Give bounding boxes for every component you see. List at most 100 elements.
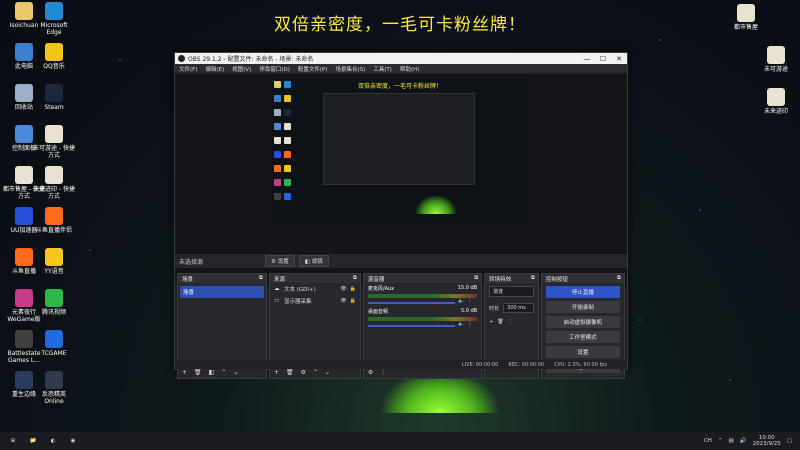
desktop-icon[interactable]: 反恐精英 Online xyxy=(32,371,76,405)
desktop-icon-label: 反恐精英 Online xyxy=(41,391,66,405)
eye-icon[interactable]: 👁 xyxy=(340,286,346,292)
sources-title: 来源 xyxy=(273,276,285,283)
controls-title: 控制按钮 xyxy=(545,276,568,283)
desktop-icon[interactable]: Microsoft Edge xyxy=(32,2,76,36)
desktop-icon-label: 未来迹印 - 快捷方式 xyxy=(33,186,75,200)
app-icon xyxy=(15,330,33,348)
delete-icon[interactable]: 🗑 xyxy=(286,369,294,376)
language-indicator[interactable]: CH xyxy=(704,438,712,444)
gear-icon[interactable]: ⚙ xyxy=(301,369,306,376)
duration-input[interactable]: 300 ms xyxy=(503,303,534,313)
network-icon[interactable]: ▤ xyxy=(729,438,734,444)
transition-type-select[interactable]: 渐变 xyxy=(489,286,534,297)
filter-icon[interactable]: ◧ xyxy=(209,369,215,376)
obs-window[interactable]: OBS 29.1.2 - 配置文件: 未命名 - 场景: 未命名 — ☐ ✕ 文… xyxy=(174,52,628,379)
desktop-icon-label: TCGAME xyxy=(41,350,67,357)
app-icon xyxy=(45,248,63,266)
maximize-icon[interactable]: ☐ xyxy=(595,55,611,63)
desktop-icon[interactable]: 斗鱼直播伴侣 xyxy=(32,207,76,234)
preview-tent xyxy=(416,196,456,214)
menu-item[interactable]: 工具(T) xyxy=(373,65,392,73)
gear-icon[interactable]: ⚙ xyxy=(368,369,373,376)
desktop-icon[interactable]: YY语音 xyxy=(32,248,76,275)
control-button[interactable]: 开始录制 xyxy=(545,301,620,313)
undock-icon[interactable]: ⧉ xyxy=(617,275,621,282)
file-explorer-icon[interactable]: 📁 xyxy=(26,435,40,447)
delete-icon[interactable]: 🗑 xyxy=(497,319,503,325)
undock-icon[interactable]: ⧉ xyxy=(474,275,478,282)
menu-item[interactable]: 视图(V) xyxy=(232,65,251,73)
move-up-icon[interactable]: ⌃ xyxy=(221,369,226,376)
mini-desktop-icon xyxy=(274,123,281,130)
menu-item[interactable]: 编辑(E) xyxy=(205,65,224,73)
desktop-icon[interactable]: 未来迹印 - 快捷方式 xyxy=(32,166,76,200)
more-icon[interactable]: ⋮ xyxy=(468,298,473,304)
rec-status: REC: 00:00:00 xyxy=(508,361,545,368)
app-icon xyxy=(767,46,785,64)
speaker-icon[interactable]: 🔈 xyxy=(458,321,464,327)
control-button[interactable]: 停止直播 xyxy=(545,286,620,298)
control-button[interactable]: 启动虚拟摄像机 xyxy=(545,316,620,328)
app-icon xyxy=(15,2,33,20)
mini-desktop-icon xyxy=(284,137,291,144)
filters-button[interactable]: ◧ 滤镜 xyxy=(298,255,329,267)
undock-icon[interactable]: ⧉ xyxy=(353,275,357,282)
windows-start-icon[interactable]: ⊞ xyxy=(6,435,20,447)
control-button[interactable]: 设置 xyxy=(545,346,620,358)
desktop-icon[interactable]: 未可游途 - 快捷方式 xyxy=(32,125,76,159)
desktop-icon[interactable]: 未可游途 xyxy=(754,46,798,73)
move-down-icon[interactable]: ⌄ xyxy=(325,369,330,376)
menu-item[interactable]: 停靠窗口(D) xyxy=(259,65,290,73)
lock-icon[interactable]: 🔒 xyxy=(350,298,356,304)
desktop-icon[interactable]: 未来迹印 xyxy=(754,88,798,115)
channel-db: 5.0 dB xyxy=(460,308,478,314)
control-button[interactable]: 工作室模式 xyxy=(545,331,620,343)
add-icon[interactable]: + xyxy=(274,369,279,376)
preview-canvas[interactable]: 双倍亲密度，一毛可卡粉丝牌！ 未选择源 ⚙ 设置 ◧ 滤镜 场景 ⧉ 场景 + 🗑 ◧… xyxy=(175,74,627,379)
source-item[interactable]: ▭ 显示器采集 👁 🔒 xyxy=(270,295,360,307)
source-name: 文本 (GDI+) xyxy=(283,287,316,293)
desktop-icon[interactable]: TCGAME xyxy=(32,330,76,357)
desktop-icon-label: YY语音 xyxy=(44,268,64,275)
undock-icon[interactable]: ⧉ xyxy=(531,275,535,282)
mixer-dock-header: 混音器 ⧉ xyxy=(363,274,482,283)
move-up-icon[interactable]: ⌃ xyxy=(313,369,318,376)
notification-icon[interactable]: ▢ xyxy=(787,438,792,444)
desktop-icon[interactable]: QQ音乐 xyxy=(32,43,76,70)
preview-inner-title: 双倍亲密度，一毛可卡粉丝牌！ xyxy=(357,83,442,90)
edge-taskbar-icon[interactable]: ◐ xyxy=(46,435,60,447)
minimize-icon[interactable]: — xyxy=(579,55,595,63)
obs-logo-icon xyxy=(178,55,185,62)
chevron-up-icon[interactable]: ⌃ xyxy=(718,438,723,444)
properties-button[interactable]: ⚙ 设置 xyxy=(265,255,295,267)
more-icon[interactable]: ⋮ xyxy=(468,321,473,327)
undock-icon[interactable]: ⧉ xyxy=(259,275,263,282)
channel-name: 麦克风/Aux xyxy=(367,286,395,292)
volume-icon[interactable]: 🔊 xyxy=(740,438,747,444)
menu-item[interactable]: 文件(F) xyxy=(179,65,197,73)
clock[interactable]: 10:00 2023/9/25 xyxy=(753,435,781,447)
desktop-icon[interactable]: 都市售屋 xyxy=(724,4,768,31)
add-icon[interactable]: + xyxy=(489,319,493,325)
more-icon[interactable]: ⋮ xyxy=(380,369,386,376)
delete-icon[interactable]: 🗑 xyxy=(194,369,202,376)
lock-icon[interactable]: 🔒 xyxy=(350,286,356,292)
add-icon[interactable]: + xyxy=(182,369,187,376)
speaker-icon[interactable]: 🔈 xyxy=(458,298,464,304)
close-icon[interactable]: ✕ xyxy=(611,55,627,63)
move-down-icon[interactable]: ⌄ xyxy=(233,369,238,376)
eye-icon[interactable]: 👁 xyxy=(340,298,346,304)
menu-item[interactable]: 配置文件(P) xyxy=(298,65,328,73)
obs-titlebar[interactable]: OBS 29.1.2 - 配置文件: 未命名 - 场景: 未命名 — ☐ ✕ xyxy=(175,53,627,64)
menu-item[interactable]: 帮助(H) xyxy=(400,65,419,73)
volume-slider[interactable] xyxy=(367,324,456,327)
scene-item[interactable]: 场景 xyxy=(180,286,264,298)
menu-item[interactable]: 场景集合(S) xyxy=(335,65,365,73)
obs-taskbar-icon[interactable]: ◉ xyxy=(66,435,80,447)
more-icon[interactable]: ⋮ xyxy=(508,319,513,325)
source-item[interactable]: ☁ 文本 (GDI+) 👁 🔒 xyxy=(270,283,360,295)
desktop-icon[interactable]: 腾讯视频 xyxy=(32,289,76,316)
volume-slider[interactable] xyxy=(367,301,456,304)
desktop-icon[interactable]: Steam xyxy=(32,84,76,111)
sources-list: ☁ 文本 (GDI+) 👁 🔒 ▭ 显示器采集 👁 🔒 xyxy=(270,283,360,307)
